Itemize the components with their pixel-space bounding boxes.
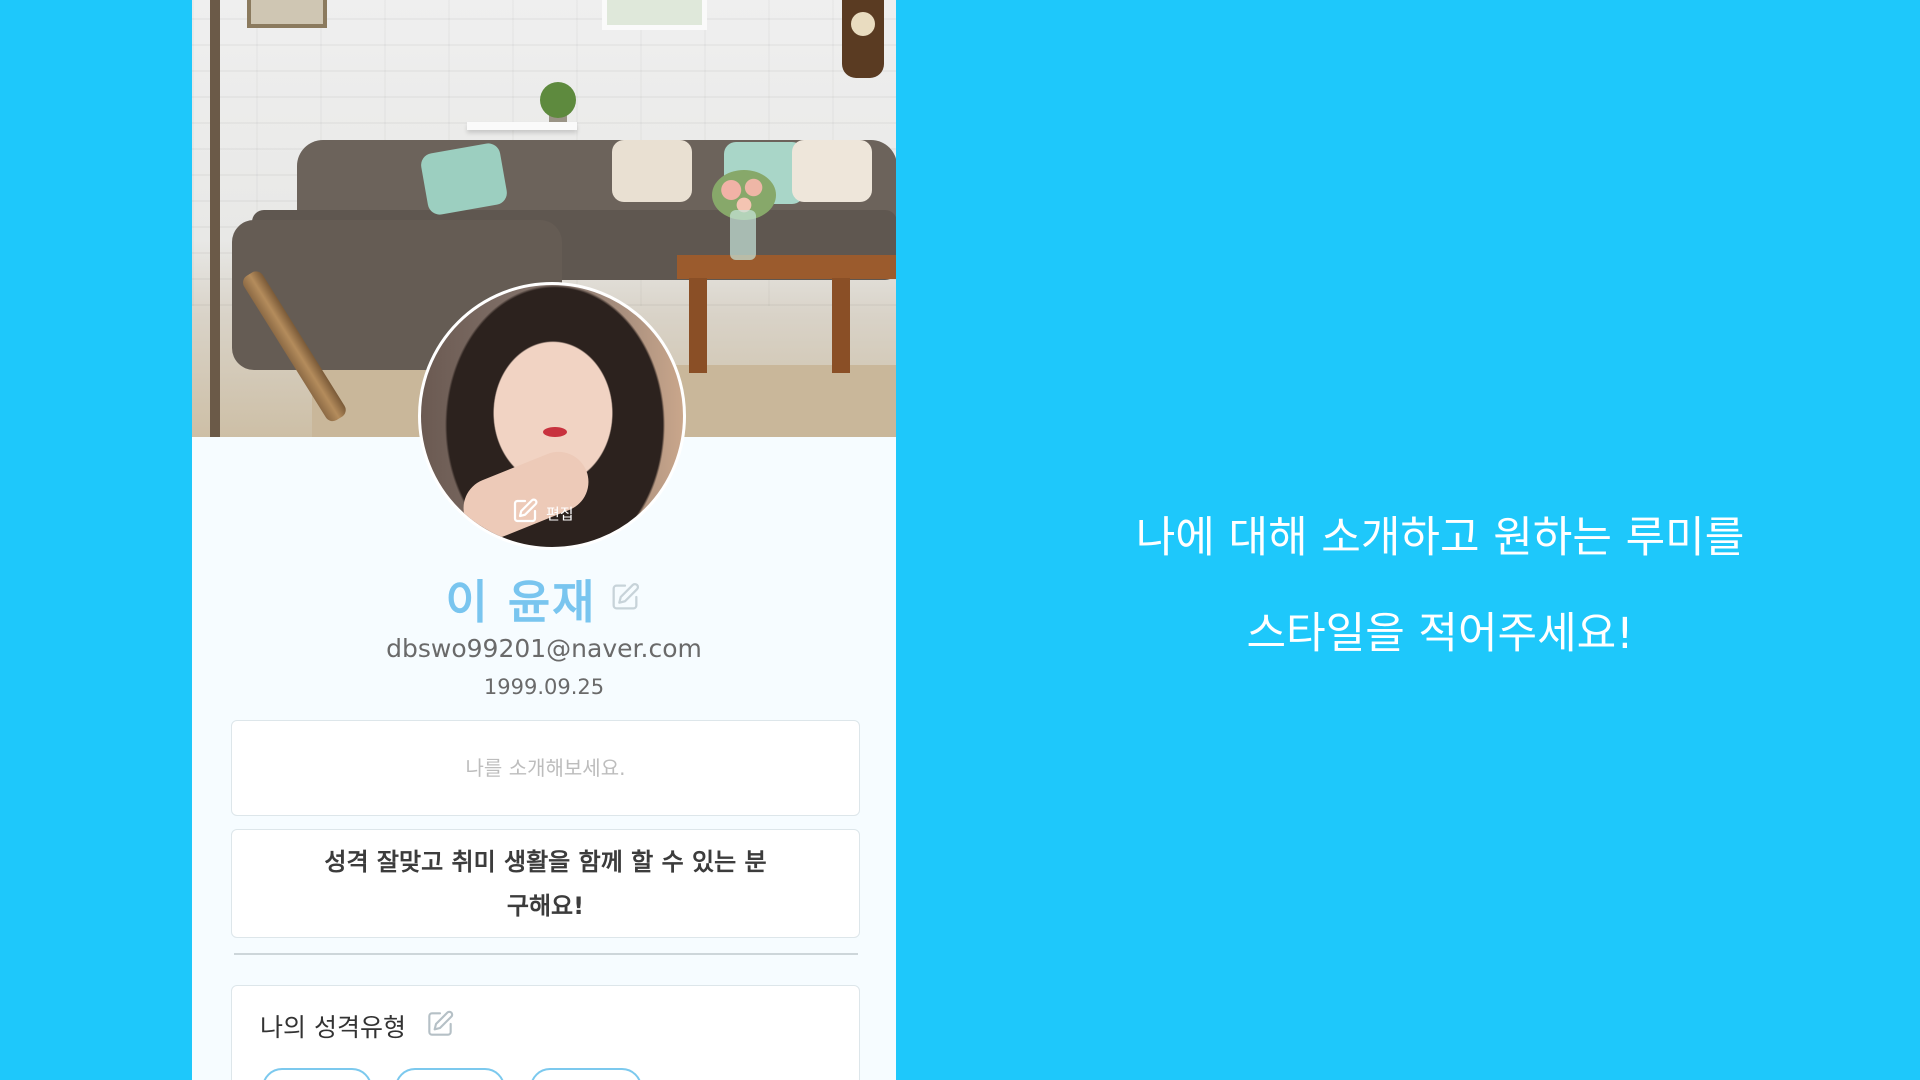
name-edit-icon[interactable] <box>608 580 642 618</box>
personality-chip[interactable] <box>262 1068 372 1080</box>
cover-table <box>677 255 896 279</box>
cover-table-leg <box>689 278 707 373</box>
profile-birthdate: 1999.09.25 <box>483 675 605 699</box>
caption-line: 나에 대해 소개하고 원하는 루미를 <box>1135 513 1745 563</box>
pencil-square-icon <box>510 496 540 530</box>
intro-box <box>231 720 860 816</box>
intro-input[interactable] <box>263 756 828 780</box>
personality-title: 나의 성격유형 <box>260 1013 406 1042</box>
cover-vase <box>730 210 756 260</box>
profile-screen: 편집 이 윤재 dbswo99201@naver.com 1999.09.25 … <box>192 0 896 1080</box>
avatar-edit-label: 편집 <box>546 504 574 523</box>
caption-line: 스타일을 적어주세요! <box>1246 609 1634 659</box>
cover-window <box>602 0 707 30</box>
cover-clock <box>842 0 884 78</box>
avatar-edit-button[interactable]: 편집 <box>510 496 574 530</box>
avatar-lips <box>543 427 567 437</box>
wish-box[interactable]: 성격 잘맞고 취미 생활을 함께 할 수 있는 분 구해요! <box>231 829 860 938</box>
personality-chip[interactable] <box>530 1068 642 1080</box>
section-divider <box>234 953 858 955</box>
personality-box: 나의 성격유형 <box>231 985 860 1080</box>
personality-header: 나의 성격유형 <box>260 1008 456 1044</box>
cover-cushion <box>792 140 872 202</box>
cover-cushion <box>612 140 692 202</box>
wish-text-line: 성격 잘맞고 취미 생활을 함께 할 수 있는 분 <box>324 847 767 876</box>
cover-plant <box>540 82 576 118</box>
cover-frame <box>247 0 327 28</box>
caption: 나에 대해 소개하고 원하는 루미를 스타일을 적어주세요! <box>1040 490 1840 682</box>
name-row: 이 윤재 <box>192 566 896 632</box>
profile-email: dbswo99201@naver.com <box>386 634 702 663</box>
wish-text: 성격 잘맞고 취미 생활을 함께 할 수 있는 분 구해요! <box>324 840 766 928</box>
wish-text-line: 구해요! <box>506 891 585 920</box>
cover-lamp <box>210 0 220 437</box>
pencil-square-icon[interactable] <box>424 1008 456 1044</box>
profile-name: 이 윤재 <box>445 575 597 629</box>
avatar-hand <box>454 442 598 547</box>
cover-table-leg <box>832 278 850 373</box>
cover-shelf <box>467 122 577 130</box>
personality-chip[interactable] <box>395 1068 505 1080</box>
